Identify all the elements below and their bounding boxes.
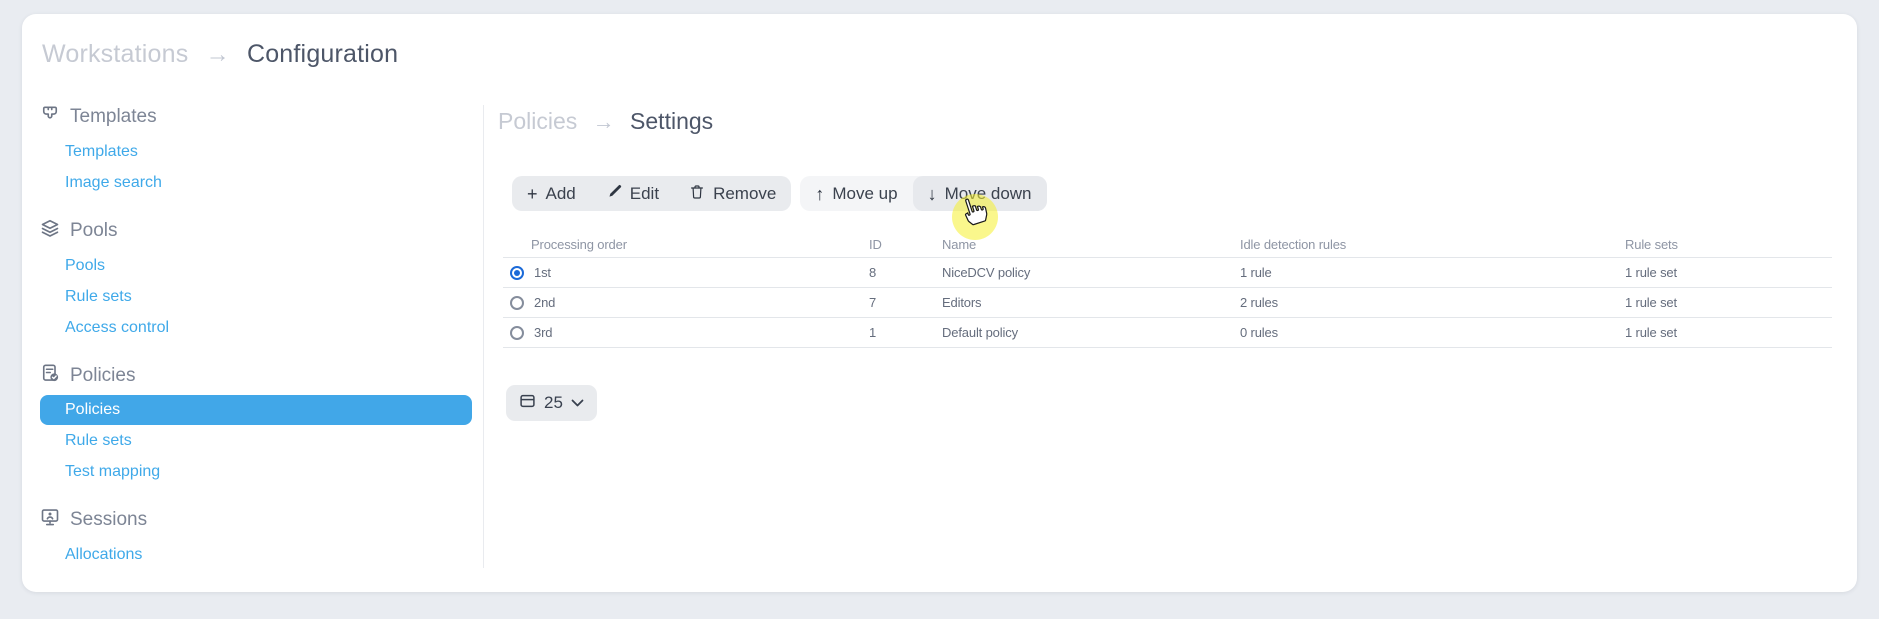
breadcrumb-arrow-icon: → <box>206 41 230 68</box>
main-content: Policies → Settings + Add <box>483 105 1858 568</box>
arrow-down-icon: ↓ <box>928 185 937 203</box>
edit-button-label: Edit <box>630 184 659 204</box>
cell-rule-sets: 1 rule set <box>1625 325 1832 340</box>
add-button-label: Add <box>546 184 576 204</box>
sidebar-section-templates: Templates Templates Image search <box>40 104 472 198</box>
page-title: Configuration <box>247 40 398 68</box>
cell-rule-sets: 1 rule set <box>1625 265 1832 280</box>
sidebar-section-header-sessions: Sessions <box>40 507 472 533</box>
sidebar-section-label: Templates <box>70 106 157 128</box>
sidebar-section-header-pools: Pools <box>40 218 472 244</box>
policies-table: Processing order ID Name Idle detection … <box>503 231 1832 348</box>
add-button[interactable]: + Add <box>512 176 591 211</box>
breadcrumb: Workstations → Configuration <box>42 40 398 69</box>
column-header-idle-rules: Idle detection rules <box>1240 237 1625 252</box>
section-breadcrumb-parent[interactable]: Policies <box>498 108 577 134</box>
column-header-rule-sets: Rule sets <box>1625 237 1832 252</box>
cell-idle-rules: 0 rules <box>1240 325 1625 340</box>
policies-toolbar: + Add Edit <box>512 176 1858 211</box>
app-viewport: Workstations → Configuration Templates T… <box>0 0 1879 619</box>
cell-processing-order: 3rd <box>534 325 552 340</box>
move-up-button[interactable]: ↑ Move up <box>800 176 912 211</box>
sidebar-section-sessions: Sessions Allocations <box>40 507 472 570</box>
edit-button[interactable]: Edit <box>591 176 674 211</box>
sidebar-section-label: Pools <box>70 220 118 242</box>
cell-rule-sets: 1 rule set <box>1625 295 1832 310</box>
cell-name: Editors <box>942 295 1240 310</box>
remove-button[interactable]: Remove <box>674 176 791 211</box>
page-size-value: 25 <box>544 393 563 413</box>
sidebar-section-pools: Pools Pools Rule sets Access control <box>40 218 472 343</box>
sidebar-section-header-policies: Policies <box>40 363 472 389</box>
sidebar-section-policies: Policies Policies Rule sets Test mapping <box>40 363 472 487</box>
sidebar-item-pools[interactable]: Pools <box>40 250 472 281</box>
sidebar-item-templates[interactable]: Templates <box>40 136 472 167</box>
sidebar-item-image-search[interactable]: Image search <box>40 167 472 198</box>
cell-id: 7 <box>869 295 942 310</box>
cell-processing-order: 1st <box>534 265 551 280</box>
column-header-id: ID <box>869 237 942 252</box>
chevron-down-icon <box>571 394 584 412</box>
remove-button-label: Remove <box>713 184 776 204</box>
cell-idle-rules: 1 rule <box>1240 265 1625 280</box>
brush-icon <box>40 104 60 130</box>
section-title: Settings <box>630 108 713 134</box>
cell-id: 1 <box>869 325 942 340</box>
row-select-radio[interactable] <box>510 296 524 310</box>
sidebar-section-header-templates: Templates <box>40 104 472 130</box>
monitor-user-icon <box>40 507 60 533</box>
table-header-row: Processing order ID Name Idle detection … <box>503 231 1832 258</box>
page-size-selector[interactable]: 25 <box>506 385 597 421</box>
row-select-radio[interactable] <box>510 266 524 280</box>
table-row[interactable]: 1st 8 NiceDCV policy 1 rule 1 rule set <box>503 258 1832 288</box>
sidebar-item-pool-rule-sets[interactable]: Rule sets <box>40 281 472 312</box>
arrow-up-icon: ↑ <box>815 185 824 203</box>
breadcrumb-parent[interactable]: Workstations <box>42 40 188 68</box>
move-button-group: ↑ Move up ↓ Move down <box>800 176 1046 211</box>
cell-name: NiceDCV policy <box>942 265 1240 280</box>
cell-idle-rules: 2 rules <box>1240 295 1625 310</box>
cell-name: Default policy <box>942 325 1240 340</box>
move-down-button[interactable]: ↓ Move down <box>913 176 1047 211</box>
sidebar: Templates Templates Image search Pools <box>40 104 472 590</box>
sidebar-section-label: Policies <box>70 365 135 387</box>
sidebar-item-test-mapping[interactable]: Test mapping <box>40 456 472 487</box>
sidebar-item-allocations[interactable]: Allocations <box>40 539 472 570</box>
document-check-icon <box>40 363 60 389</box>
section-breadcrumb-arrow-icon: → <box>593 109 615 134</box>
move-up-button-label: Move up <box>832 184 897 204</box>
section-breadcrumb: Policies → Settings <box>498 108 1858 138</box>
sidebar-item-policies[interactable]: Policies <box>40 395 472 425</box>
trash-icon <box>689 184 705 203</box>
table-row[interactable]: 3rd 1 Default policy 0 rules 1 rule set <box>503 318 1832 348</box>
sidebar-section-label: Sessions <box>70 509 147 531</box>
pencil-icon <box>606 184 622 203</box>
layers-icon <box>40 218 60 244</box>
cell-id: 8 <box>869 265 942 280</box>
sidebar-item-policy-rule-sets[interactable]: Rule sets <box>40 425 472 456</box>
move-down-button-label: Move down <box>945 184 1032 204</box>
cell-processing-order: 2nd <box>534 295 555 310</box>
edit-button-group: + Add Edit <box>512 176 791 211</box>
column-header-processing-order: Processing order <box>503 237 869 252</box>
table-rows-icon <box>519 393 536 414</box>
table-row[interactable]: 2nd 7 Editors 2 rules 1 rule set <box>503 288 1832 318</box>
sidebar-item-access-control[interactable]: Access control <box>40 312 472 343</box>
row-select-radio[interactable] <box>510 326 524 340</box>
plus-icon: + <box>527 185 538 203</box>
column-header-name: Name <box>942 237 1240 252</box>
configuration-panel: Workstations → Configuration Templates T… <box>22 14 1857 592</box>
